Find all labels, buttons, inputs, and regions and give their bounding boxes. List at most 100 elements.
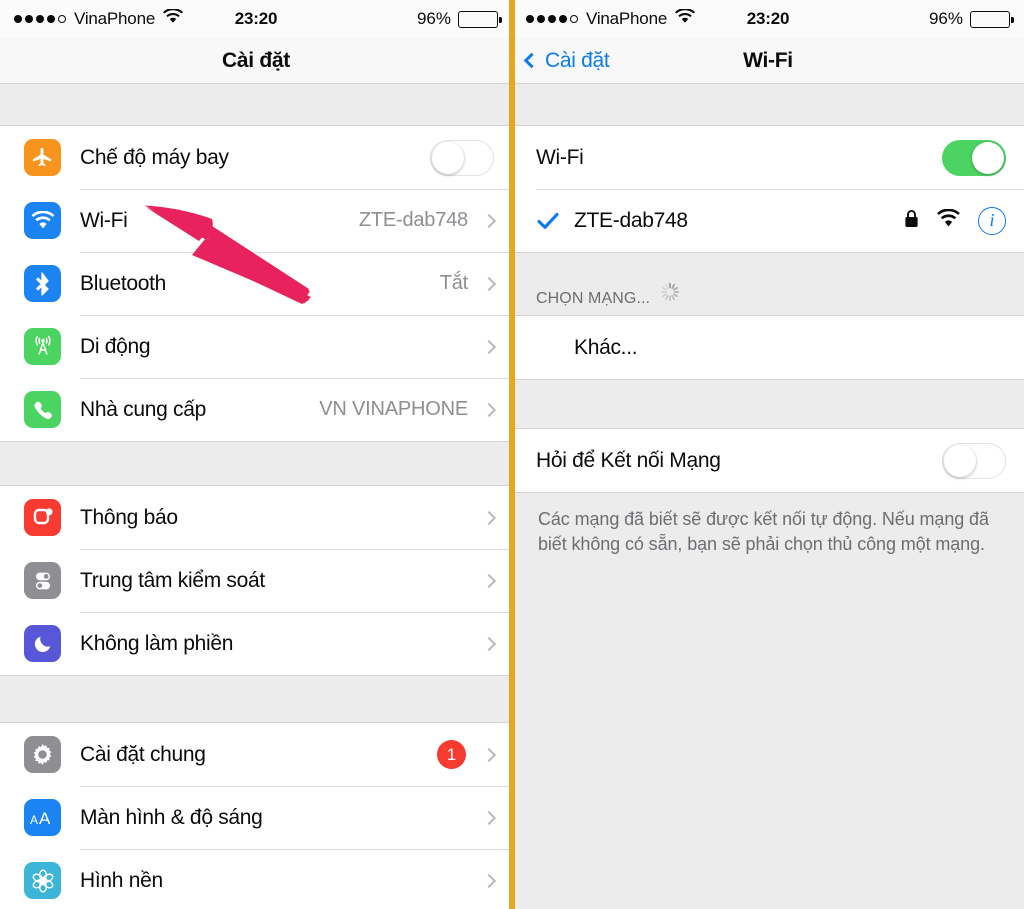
sidebar-item-label: Nhà cung cấp — [80, 397, 206, 421]
settings-group-notifications: Thông báo Trung tâm kiểm soát Không làm … — [0, 485, 512, 676]
sidebar-item-bluetooth[interactable]: Bluetooth Tắt — [0, 252, 512, 315]
phone-icon — [24, 391, 61, 428]
other-network-group: Khác... — [512, 315, 1024, 380]
sidebar-item-label: Trung tâm kiểm soát — [80, 568, 265, 592]
ask-to-join-row[interactable]: Hỏi để Kết nối Mạng — [512, 429, 1024, 492]
back-button-label: Cài đặt — [545, 48, 610, 72]
sidebar-item-notifications[interactable]: Thông báo — [0, 486, 512, 549]
sidebar-item-general[interactable]: Cài đặt chung 1 — [0, 723, 512, 786]
chevron-right-icon — [481, 402, 497, 417]
ask-to-join-label: Hỏi để Kết nối Mạng — [536, 448, 721, 472]
chevron-right-icon — [481, 510, 497, 525]
settings-group-general: Cài đặt chung 1 AA Màn hình & độ sáng Hì… — [0, 722, 512, 909]
chevron-left-icon — [523, 52, 540, 68]
battery-icon — [970, 10, 1014, 28]
settings-group-connectivity: Chế độ máy bay Wi-Fi ZTE-dab748 Bluetoot… — [0, 125, 512, 442]
control-center-icon — [24, 562, 61, 599]
ask-to-join-toggle[interactable] — [942, 442, 1006, 479]
airplane-mode-toggle[interactable] — [430, 139, 494, 176]
activity-spinner-icon — [659, 281, 681, 308]
dual-screenshot: VinaPhone 23:20 96% Cài đặt Chế độ máy b… — [0, 0, 1024, 909]
sidebar-item-label: Wi-Fi — [80, 208, 128, 232]
wifi-toggle[interactable] — [942, 139, 1006, 176]
top-gap — [512, 84, 1024, 125]
wifi-icon — [163, 7, 184, 29]
notifications-icon — [24, 499, 61, 536]
nav-bar-wifi: Cài đặt Wi-Fi — [512, 38, 1024, 84]
sidebar-item-label: Màn hình & độ sáng — [80, 805, 263, 829]
battery-icon — [458, 10, 502, 28]
bottom-filler — [512, 556, 1024, 909]
section-header-label: CHỌN MẠNG... — [536, 290, 651, 307]
sidebar-item-control-center[interactable]: Trung tâm kiểm soát — [0, 549, 512, 612]
chevron-right-icon — [481, 810, 497, 825]
other-network-row[interactable]: Khác... — [512, 316, 1024, 379]
svg-text:A: A — [30, 813, 38, 827]
lock-icon — [904, 209, 919, 233]
wifi-icon — [675, 7, 696, 29]
other-network-label: Khác... — [574, 335, 638, 359]
sidebar-item-wifi[interactable]: Wi-Fi ZTE-dab748 — [0, 189, 512, 252]
sidebar-item-label: Di động — [80, 334, 151, 358]
nav-bar-settings: Cài đặt — [0, 38, 512, 84]
signal-strength-dots — [14, 15, 66, 23]
chevron-right-icon — [481, 276, 497, 291]
sidebar-item-display-brightness[interactable]: AA Màn hình & độ sáng — [0, 786, 512, 849]
sidebar-item-wallpaper[interactable]: Hình nền — [0, 849, 512, 909]
wallpaper-flower-icon — [24, 862, 61, 899]
group-gap-2 — [0, 676, 512, 722]
bluetooth-icon — [24, 265, 61, 302]
moon-icon — [24, 625, 61, 662]
wifi-current-network: ZTE-dab748 — [358, 209, 468, 231]
back-button[interactable]: Cài đặt — [523, 48, 610, 73]
text-size-aa-icon: AA — [24, 799, 61, 836]
signal-strength-dots — [526, 15, 578, 23]
sidebar-item-carrier[interactable]: Nhà cung cấp VN VINAPHONE — [0, 378, 512, 441]
sidebar-item-airplane-mode[interactable]: Chế độ máy bay — [0, 126, 512, 189]
airplane-icon — [24, 139, 61, 176]
wifi-signal-icon — [936, 208, 961, 233]
carrier-label: VinaPhone — [586, 9, 668, 28]
wifi-toggle-row[interactable]: Wi-Fi — [512, 126, 1024, 189]
panel-divider — [509, 0, 515, 909]
carrier-value: VN VINAPHONE — [319, 398, 468, 420]
chevron-right-icon — [481, 339, 497, 354]
chevron-right-icon — [481, 573, 497, 588]
connected-network-ssid: ZTE-dab748 — [574, 208, 688, 232]
sidebar-item-label: Hình nền — [80, 868, 163, 892]
status-bar-left-group: VinaPhone — [526, 7, 696, 29]
group-gap-3 — [512, 380, 1024, 428]
ask-to-join-footer-note: Các mạng đã biết sẽ được kết nối tự động… — [512, 493, 1024, 557]
status-bar-left-group: VinaPhone — [14, 7, 184, 29]
ask-to-join-group: Hỏi để Kết nối Mạng — [512, 428, 1024, 493]
status-bar-right-group: 96% — [416, 9, 502, 29]
battery-percent-label: 96% — [416, 9, 451, 28]
bluetooth-state-value: Tắt — [439, 272, 468, 294]
chevron-right-icon — [481, 873, 497, 888]
info-icon[interactable]: i — [978, 206, 1006, 235]
choose-network-header: CHỌN MẠNG... — [512, 253, 1024, 315]
chevron-right-icon — [481, 213, 497, 228]
svg-text:A: A — [39, 809, 51, 828]
sidebar-item-cellular[interactable]: Di động — [0, 315, 512, 378]
status-bar-right: VinaPhone 23:20 96% — [512, 0, 1024, 38]
top-gap — [0, 84, 512, 125]
cellular-antenna-icon — [24, 328, 61, 365]
status-bar-left: VinaPhone 23:20 96% — [0, 0, 512, 38]
gear-icon — [24, 736, 61, 773]
left-panel-settings: VinaPhone 23:20 96% Cài đặt Chế độ máy b… — [0, 0, 512, 909]
connected-network-row[interactable]: ZTE-dab748 i — [512, 189, 1024, 252]
sidebar-item-do-not-disturb[interactable]: Không làm phiền — [0, 612, 512, 675]
sidebar-item-label: Không làm phiền — [80, 631, 234, 655]
sidebar-item-label: Thông báo — [80, 505, 178, 529]
wifi-settings-body: Wi-Fi ZTE-dab748 i CHỌN MẠNG... Khác... … — [512, 84, 1024, 909]
status-badge: 1 — [437, 740, 466, 769]
sidebar-item-label: Bluetooth — [80, 271, 167, 295]
network-accessories: i — [904, 206, 1006, 235]
checkmark-icon — [536, 212, 560, 230]
wifi-group: Wi-Fi ZTE-dab748 i — [512, 125, 1024, 253]
sidebar-item-label: Cài đặt chung — [80, 742, 206, 766]
wifi-toggle-label: Wi-Fi — [536, 145, 584, 169]
status-bar-right-group: 96% — [929, 9, 1014, 29]
chevron-right-icon — [481, 747, 497, 762]
